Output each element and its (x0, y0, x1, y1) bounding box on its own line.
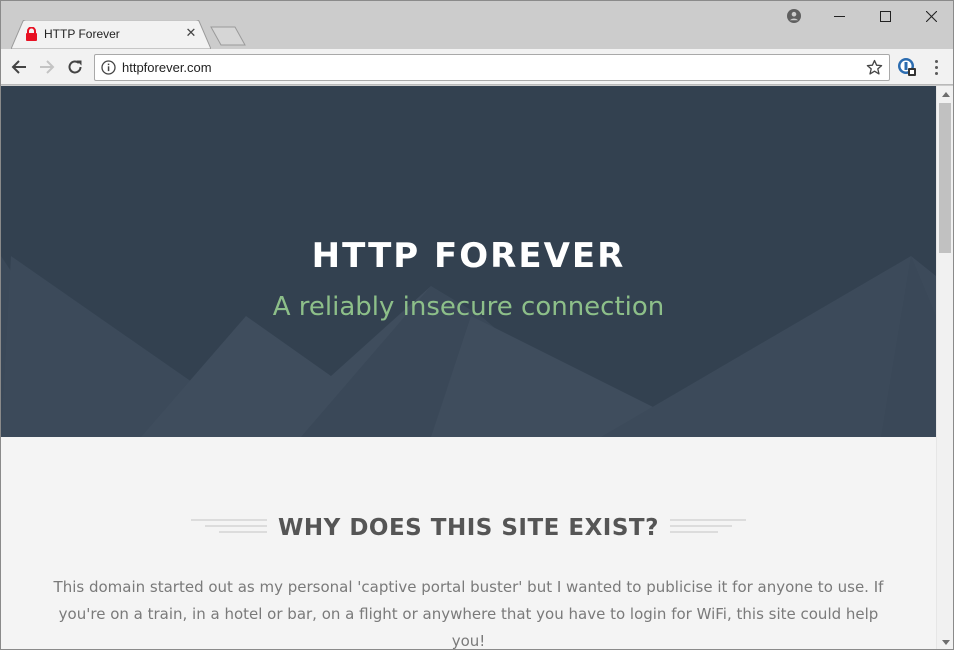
minimize-icon (833, 15, 845, 17)
browser-tab-active[interactable]: HTTP Forever ✕ (11, 20, 211, 49)
maximize-button[interactable] (862, 1, 908, 31)
page-subtitle: A reliably insecure connection (272, 292, 665, 322)
hero-banner: HTTP FOREVER A reliably insecure connect… (1, 86, 936, 437)
minimize-button[interactable] (816, 1, 862, 31)
scrollbar-thumb[interactable] (939, 103, 951, 253)
info-icon[interactable] (101, 60, 116, 75)
scroll-down-button[interactable] (937, 634, 953, 649)
heading-decoration-right (670, 519, 746, 541)
extension-button[interactable] (897, 57, 917, 77)
reload-button[interactable] (64, 56, 86, 78)
maximize-icon (879, 10, 891, 22)
scroll-up-button[interactable] (937, 86, 953, 102)
vertical-scrollbar[interactable] (936, 86, 953, 649)
back-arrow-icon (11, 60, 26, 74)
close-icon (925, 10, 937, 22)
section-heading: WHY DOES THIS SITE EXIST? (1, 511, 936, 551)
close-window-button[interactable] (908, 1, 953, 31)
section-body-text: This domain started out as my personal '… (53, 578, 884, 650)
page-viewport: HTTP FOREVER A reliably insecure connect… (1, 86, 936, 650)
url-text[interactable]: httpforever.com (122, 60, 212, 75)
forward-arrow-icon (40, 60, 55, 74)
browser-toolbar: httpforever.com (1, 49, 953, 85)
tab-title: HTTP Forever (44, 27, 120, 41)
forward-button[interactable] (36, 56, 58, 78)
kebab-menu-icon[interactable] (929, 57, 943, 77)
chevron-up-icon (941, 91, 950, 97)
star-icon[interactable] (866, 59, 883, 76)
profile-button[interactable] (771, 1, 817, 31)
extension-icon (898, 58, 916, 76)
tab-close-icon[interactable]: ✕ (183, 26, 199, 42)
title-bar: HTTP Forever ✕ (1, 1, 953, 49)
new-tab-button[interactable] (209, 26, 247, 46)
back-button[interactable] (8, 56, 30, 78)
chevron-down-icon (941, 639, 950, 645)
address-bar[interactable]: httpforever.com (94, 54, 890, 81)
profile-icon (787, 9, 801, 23)
section-title: WHY DOES THIS SITE EXIST? (278, 515, 659, 541)
page-title: HTTP FOREVER (311, 236, 626, 276)
reload-icon (68, 60, 82, 74)
lock-icon (26, 27, 37, 41)
browser-window: HTTP Forever ✕ httpforever.com HTTP FORE… (0, 0, 954, 650)
